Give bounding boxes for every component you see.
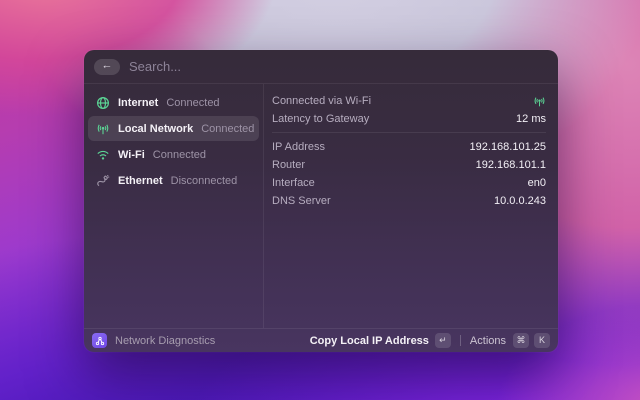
detail-row-connection: Connected via Wi-Fi [272,92,546,110]
divider [272,132,546,133]
footer-separator [459,335,461,346]
detail-value: 12 ms [516,113,546,125]
sidebar-item-status: Disconnected [170,174,238,187]
k-key-icon: K [534,333,550,348]
detail-label: Interface [272,177,315,189]
detail-value: en0 [527,177,546,189]
app-name: Network Diagnostics [115,334,216,347]
sidebar-item-status: Connected [152,148,206,161]
actions-button[interactable]: Actions ⌘ K [470,333,550,348]
copy-local-ip-label: Copy Local IP Address [309,334,429,347]
detail-label: IP Address [272,141,325,153]
sidebar-item-label: Wi-Fi [118,148,145,161]
detail-row-dns-server: DNS Server 10.0.0.243 [272,192,546,210]
content-area: Internet Connected Local Network Connect… [84,84,558,328]
detail-row-interface: Interface en0 [272,174,546,192]
sidebar-item-label: Internet [118,96,159,109]
wifi-icon [96,148,110,162]
sidebar: Internet Connected Local Network Connect… [84,84,264,328]
sidebar-item-internet[interactable]: Internet Connected [88,90,259,115]
back-arrow-icon: ← [101,59,113,72]
globe-icon [96,96,110,110]
cable-icon [96,174,110,188]
app-icon [92,333,107,348]
sidebar-item-status: Connected [166,96,220,109]
search-input[interactable] [129,59,546,74]
return-key-icon: ↵ [434,333,451,348]
detail-label: Latency to Gateway [272,113,370,125]
detail-label: DNS Server [272,195,331,207]
detail-value: 192.168.101.25 [469,141,546,153]
details-panel: Connected via Wi-Fi Latency to Gateway 1… [264,84,558,328]
antenna-icon [96,122,110,136]
sidebar-item-label: Local Network [118,122,194,135]
detail-label: Connected via Wi-Fi [272,95,372,107]
network-diagnostics-window: ← Internet Connected [84,50,558,352]
copy-local-ip-button[interactable]: Copy Local IP Address ↵ [310,333,451,348]
sidebar-item-ethernet[interactable]: Ethernet Disconnected [88,168,259,193]
detail-value: 10.0.0.243 [494,195,546,207]
detail-row-router: Router 192.168.101.1 [272,156,546,174]
sidebar-item-wifi[interactable]: Wi-Fi Connected [88,142,259,167]
detail-label: Router [272,159,306,171]
back-button[interactable]: ← [94,58,120,75]
actions-label: Actions [469,334,506,347]
sidebar-item-status: Connected [201,122,255,135]
sidebar-item-label: Ethernet [118,174,163,187]
antenna-icon [533,95,546,108]
footer-bar: Network Diagnostics Copy Local IP Addres… [84,328,558,352]
detail-row-ip-address: IP Address 192.168.101.25 [272,138,546,156]
command-key-icon: ⌘ [513,333,529,348]
sidebar-item-local-network[interactable]: Local Network Connected [88,116,259,141]
detail-value: 192.168.101.1 [475,159,546,171]
search-bar: ← [84,50,558,84]
detail-row-latency: Latency to Gateway 12 ms [272,110,546,128]
